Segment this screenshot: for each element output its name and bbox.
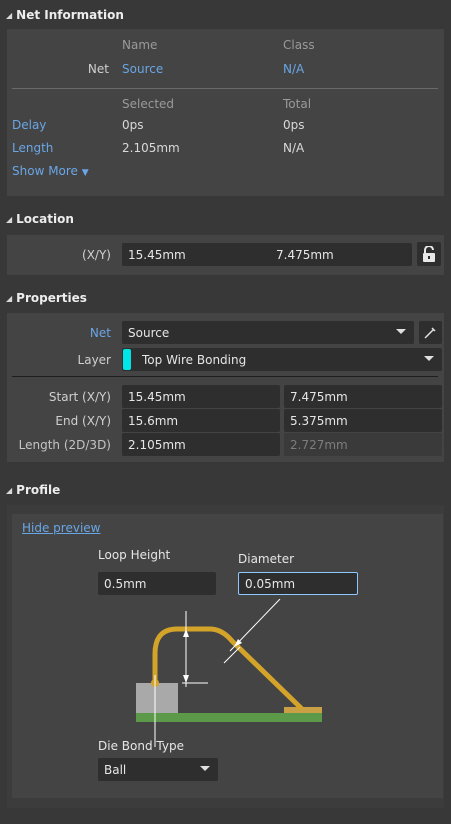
prop-net-select[interactable]: Source	[122, 321, 414, 344]
divider	[12, 376, 438, 377]
prop-start-y-input[interactable]: 7.475mm	[284, 385, 442, 408]
collapse-triangle-icon[interactable]: ◢	[6, 294, 12, 303]
loop-height-label: Loop Height	[98, 548, 171, 562]
diameter-label: Diameter	[238, 552, 295, 566]
prop-end-y-input[interactable]: 5.375mm	[284, 409, 442, 432]
location-x-input[interactable]: 15.45mm	[122, 243, 274, 266]
pick-net-button[interactable]	[419, 321, 442, 344]
prop-length-label: Length (2D/3D)	[18, 438, 111, 452]
board-strip	[136, 713, 322, 722]
profile-title: Profile	[16, 483, 61, 497]
col-total-header: Total	[283, 97, 312, 111]
show-more-label: Show More	[12, 164, 78, 178]
location-title: Location	[16, 212, 74, 226]
net-information-title: Net Information	[16, 8, 124, 22]
prop-net-label[interactable]: Net	[47, 326, 111, 340]
prop-start-label: Start (X/Y)	[48, 390, 111, 404]
loop-height-input[interactable]: 0.5mm	[98, 572, 216, 595]
profile-header[interactable]: ◢ Profile	[0, 479, 451, 501]
location-xy-label: (X/Y)	[82, 248, 111, 262]
collapse-triangle-icon[interactable]: ◢	[6, 215, 12, 224]
eyedropper-icon	[424, 327, 436, 339]
collapse-triangle-icon[interactable]: ◢	[6, 11, 12, 20]
lock-button[interactable]	[417, 242, 441, 266]
delay-selected-value: 0ps	[122, 118, 144, 132]
arrow-down-icon	[183, 675, 189, 683]
caret-down-icon: ▼	[81, 168, 89, 178]
unlock-icon	[423, 246, 435, 262]
diameter-input[interactable]: 0.05mm	[238, 572, 358, 595]
die-bond-type-select[interactable]: Ball	[98, 758, 218, 781]
location-y-input[interactable]: 7.475mm	[270, 243, 412, 266]
collapse-triangle-icon[interactable]: ◢	[6, 486, 12, 495]
net-class-link[interactable]: N/A	[283, 62, 304, 76]
prop-layer-value: Top Wire Bonding	[142, 352, 247, 367]
location-panel: (X/Y) 15.45mm 7.475mm	[7, 235, 444, 275]
col-class-header: Class	[283, 38, 315, 52]
prop-end-x-input[interactable]: 15.6mm	[122, 409, 280, 432]
prop-end-label: End (X/Y)	[55, 414, 111, 428]
length-label[interactable]: Length	[12, 141, 53, 155]
properties-title: Properties	[16, 291, 87, 305]
prop-layer-label: Layer	[77, 353, 111, 367]
divider	[12, 88, 438, 89]
net-name-link[interactable]: Source	[122, 62, 163, 76]
prop-net-value: Source	[128, 325, 170, 340]
col-name-header: Name	[122, 38, 158, 52]
hide-preview-link[interactable]: Hide preview	[22, 521, 100, 535]
length-total-value: N/A	[283, 141, 305, 155]
die-block	[136, 683, 178, 713]
prop-layer-select[interactable]: Top Wire Bonding	[122, 348, 442, 371]
show-more-link[interactable]: Show More ▼	[12, 164, 89, 178]
net-information-panel: Name Class Net Source N/A Selected Total…	[7, 29, 444, 196]
net-label: Net	[87, 62, 109, 76]
profile-preview-area: Hide preview Loop Height 0.5mm Diameter …	[12, 514, 443, 798]
wire-bond-preview-diagram	[136, 599, 322, 747]
die-bond-type-label: Die Bond Type	[98, 739, 184, 753]
prop-start-x-input[interactable]: 15.45mm	[122, 385, 280, 408]
layer-color-swatch	[123, 349, 131, 370]
profile-panel: Hide preview Loop Height 0.5mm Diameter …	[7, 505, 444, 808]
net-information-header[interactable]: ◢ Net Information	[0, 4, 451, 26]
properties-header[interactable]: ◢ Properties	[0, 287, 451, 309]
location-header[interactable]: ◢ Location	[0, 208, 451, 230]
chevron-down-icon	[396, 329, 406, 334]
die-bond-type-value: Ball	[104, 762, 127, 777]
delay-total-value: 0ps	[283, 118, 305, 132]
col-selected-header: Selected	[122, 97, 175, 111]
properties-panel: Net Source Layer Top Wire Bonding Start …	[7, 313, 444, 462]
delay-label[interactable]: Delay	[12, 118, 46, 132]
prop-length-3d-input: 2.727mm	[284, 433, 442, 456]
chevron-down-icon	[200, 766, 210, 771]
length-selected-value: 2.105mm	[122, 141, 180, 155]
chevron-down-icon	[424, 356, 434, 361]
prop-length-2d-input[interactable]: 2.105mm	[122, 433, 280, 456]
